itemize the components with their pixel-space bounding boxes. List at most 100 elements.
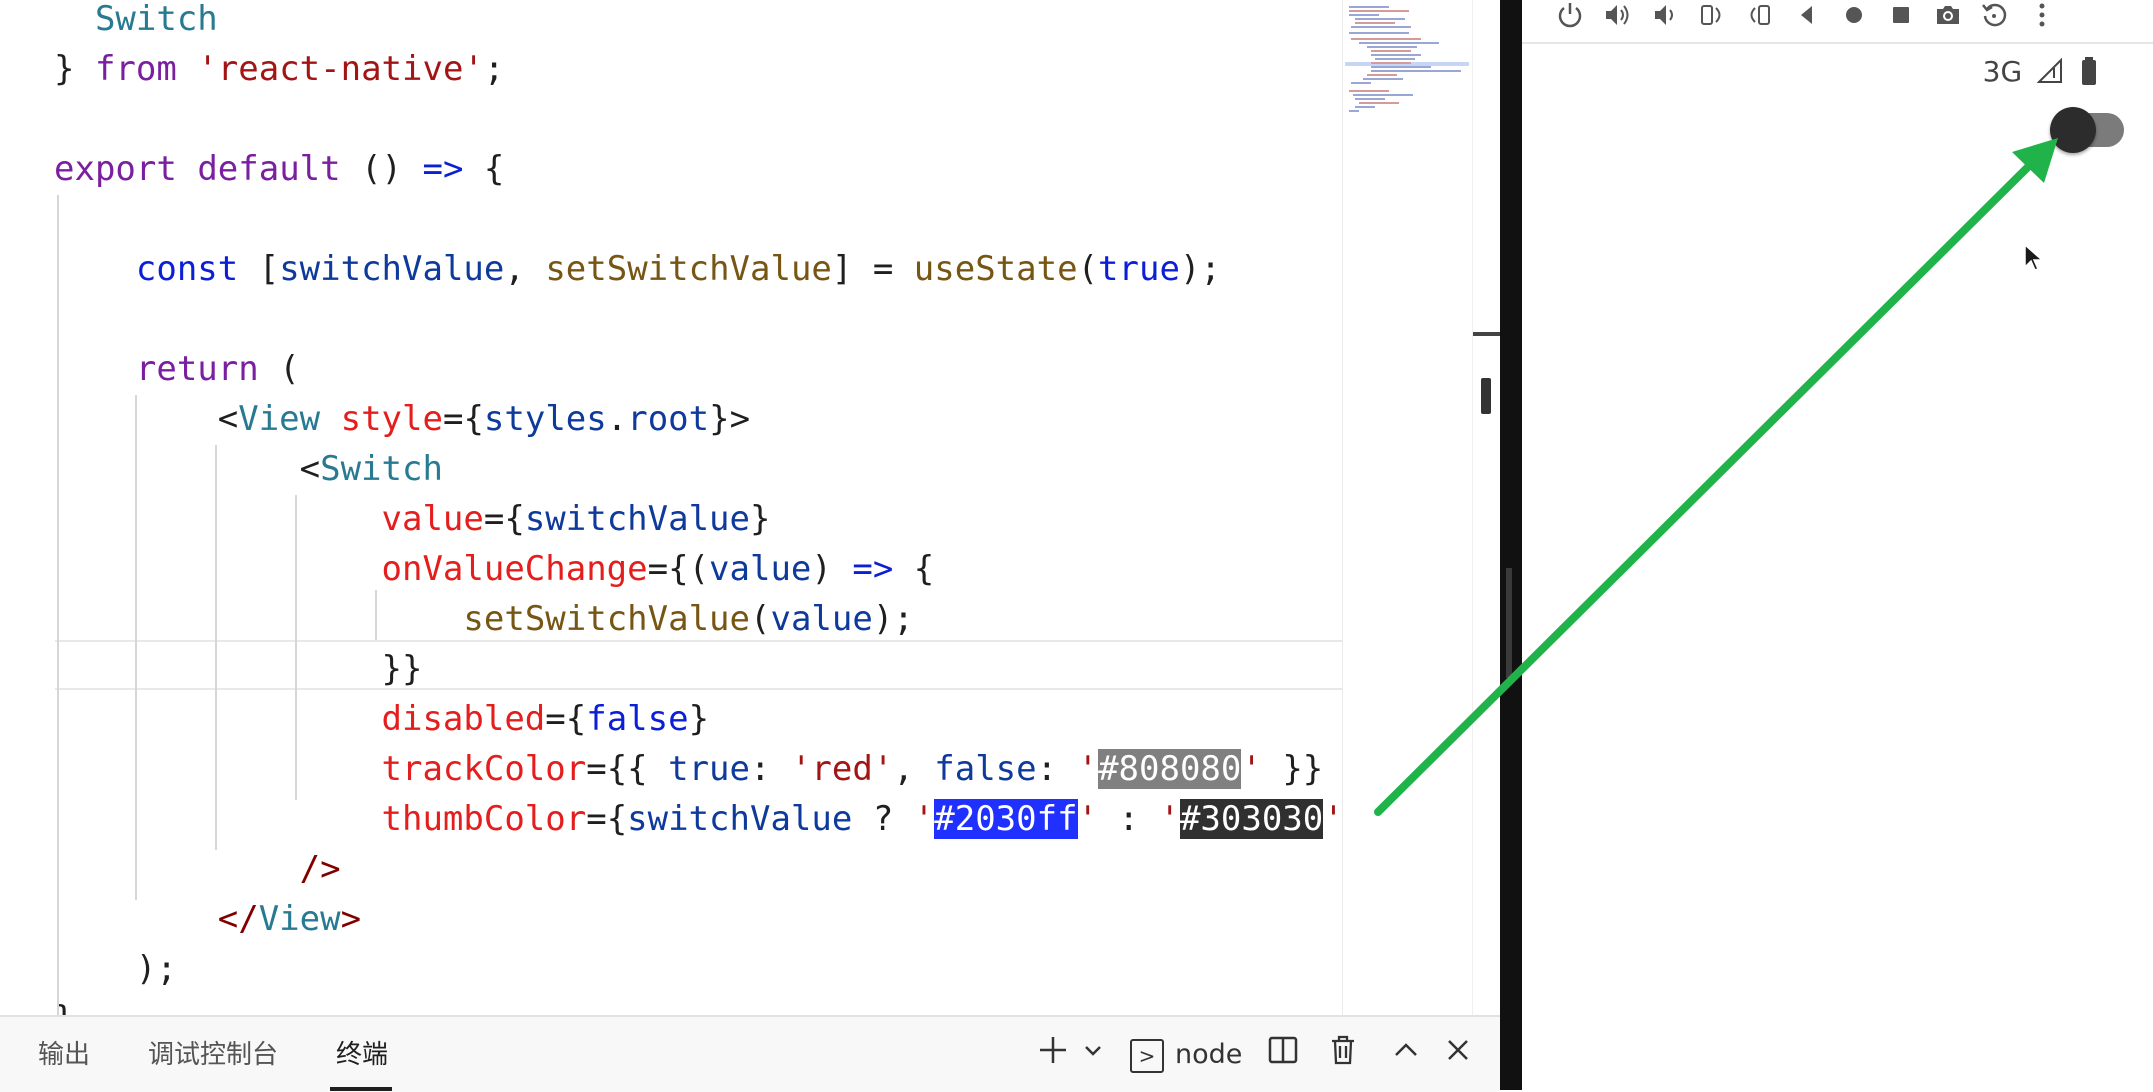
code-token: useState — [913, 249, 1078, 289]
switch-thumb[interactable] — [2050, 107, 2096, 153]
code-token: ' — [913, 799, 935, 839]
battery-icon — [2080, 55, 2098, 88]
code-token: value — [770, 599, 873, 639]
network-type: 3G — [1982, 55, 2023, 88]
tab-terminal[interactable]: 终端 — [336, 1035, 388, 1075]
minimap[interactable] — [1342, 0, 1473, 1015]
home-icon[interactable] — [1834, 0, 1874, 32]
minimap-line — [1355, 98, 1385, 100]
code-token: Switch — [320, 449, 443, 489]
minimap-line — [1371, 66, 1431, 68]
signal-icon — [2036, 55, 2074, 88]
code-token: } — [54, 49, 95, 89]
code-token: true — [1098, 249, 1180, 289]
code-token: value — [381, 499, 484, 539]
code-token: , — [893, 749, 935, 789]
code-token: switchValue — [627, 799, 853, 839]
minimap-line — [1351, 38, 1421, 40]
code-token: Switch — [54, 0, 218, 39]
rotate-right-icon[interactable] — [1739, 0, 1779, 32]
code-token: }> — [709, 399, 751, 439]
code-token: [ — [238, 249, 280, 289]
power-icon[interactable] — [1550, 0, 1590, 32]
minimap-line — [1353, 94, 1413, 96]
editor-scrollbar[interactable] — [1472, 0, 1500, 1015]
chevron-down-icon[interactable] — [1080, 1033, 1106, 1075]
code-token: { — [893, 549, 935, 589]
code-token: ={{ — [586, 749, 669, 789]
code-token: ={( — [647, 549, 710, 589]
code-token: disabled — [381, 699, 546, 739]
code-token: } — [750, 499, 771, 539]
volume-down-icon[interactable] — [1644, 0, 1684, 32]
code-token: true — [668, 749, 750, 789]
code-token: View — [258, 899, 341, 939]
chevron-up-icon[interactable] — [1388, 1033, 1424, 1075]
divider-handle[interactable] — [1506, 568, 1512, 678]
overview-icon[interactable] — [1881, 0, 1921, 32]
minimap-line — [1371, 50, 1411, 52]
terminal-name[interactable]: node — [1175, 1035, 1242, 1075]
code-token: const — [135, 249, 239, 289]
minimap-line — [1367, 46, 1417, 48]
camera-icon[interactable] — [1928, 0, 1968, 32]
code-token: 'red' — [790, 749, 894, 789]
tab-debug-console[interactable]: 调试控制台 — [148, 1035, 278, 1075]
code-token: export — [54, 149, 177, 189]
active-tab-indicator — [330, 1087, 392, 1091]
code-token: , — [504, 249, 546, 289]
code-token: : — [1036, 749, 1078, 789]
code-token: #808080 — [1098, 749, 1242, 789]
code-token: ={ — [545, 699, 587, 739]
code-editor[interactable]: Switch} from 'react-native'; export defau… — [0, 0, 1500, 1015]
code-token: ( — [749, 599, 771, 639]
minimap-line — [1349, 110, 1359, 112]
code-token: < — [54, 399, 239, 439]
minimap-line — [1349, 90, 1389, 92]
minimap-line — [1363, 78, 1403, 80]
code-token: : — [750, 749, 791, 789]
trash-icon[interactable] — [1325, 1033, 1361, 1075]
code-token: ( — [258, 349, 300, 389]
code-token: from — [94, 49, 177, 89]
plus-icon[interactable] — [1035, 1033, 1071, 1075]
minimap-line — [1349, 6, 1389, 8]
replay-icon[interactable] — [1974, 0, 2014, 32]
code-token: => — [852, 549, 894, 589]
more-icon[interactable] — [2022, 0, 2062, 32]
code-token: #303030 — [1179, 799, 1324, 839]
scroll-thumb[interactable] — [1481, 378, 1491, 414]
code-token: ={ — [442, 399, 484, 439]
code-token: : — [1098, 799, 1160, 839]
volume-up-icon[interactable] — [1597, 0, 1637, 32]
code-token: ' — [1241, 749, 1262, 789]
android-emulator: 3G — [1522, 0, 2153, 1090]
code-token: switchValue — [524, 499, 750, 539]
tab-output[interactable]: 输出 — [38, 1035, 90, 1075]
back-icon[interactable] — [1787, 0, 1827, 32]
minimap-line — [1371, 70, 1461, 72]
close-icon[interactable] — [1440, 1033, 1476, 1075]
code-token: () — [340, 149, 423, 189]
code-token: ' — [1159, 799, 1180, 839]
code-token: > — [340, 899, 362, 939]
code-token: ' — [1077, 799, 1099, 839]
code-token: value — [709, 549, 812, 589]
bottom-panel-bar: 输出 调试控制台 终端 > node — [0, 1015, 1500, 1092]
code-token: /> — [54, 849, 341, 889]
split-icon[interactable] — [1265, 1033, 1301, 1075]
code-token: onValueChange — [381, 549, 648, 589]
rotate-left-icon[interactable] — [1692, 0, 1732, 32]
minimap-line — [1349, 32, 1409, 34]
code-token: default — [197, 149, 341, 189]
minimap-line — [1349, 10, 1409, 12]
status-bar: 3G — [1977, 52, 2098, 92]
minimap-line — [1359, 102, 1399, 104]
